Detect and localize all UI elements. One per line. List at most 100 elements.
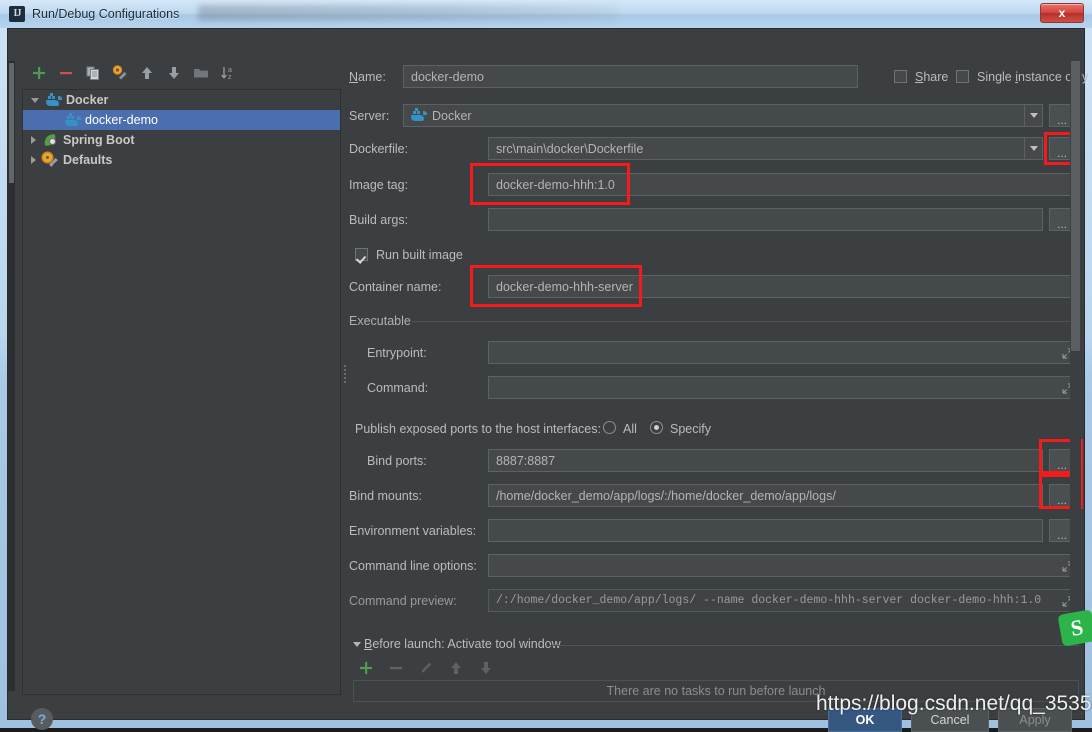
- tree-node-label: Spring Boot: [63, 133, 135, 147]
- bind-mounts-label: Bind mounts:: [349, 489, 422, 503]
- spring-leaf-icon: [43, 134, 58, 147]
- edit-defaults-wrench-icon[interactable]: [112, 65, 128, 81]
- docker-whale-icon: [411, 109, 426, 122]
- dockerfile-value: src\main\docker\Dockerfile: [496, 142, 643, 156]
- command-input[interactable]: [488, 376, 1079, 399]
- chevron-right-icon[interactable]: [31, 136, 36, 144]
- tree-node-label: Defaults: [63, 153, 112, 167]
- run-debug-configurations-dialog: a z Docker: [7, 28, 1085, 720]
- bind-mounts-value: /home/docker_demo/app/logs/:/home/docker…: [496, 489, 836, 503]
- command-line-options-label: Command line options:: [349, 559, 477, 573]
- dialog-window: IJ Run/Debug Configurations x: [0, 0, 1092, 728]
- move-down-icon[interactable]: [166, 65, 182, 81]
- server-combobox-value: Docker: [432, 109, 472, 123]
- configurations-tree[interactable]: Docker docker-demo Spring Boot: [22, 89, 341, 695]
- move-task-up-icon: [448, 660, 464, 676]
- chevron-down-icon[interactable]: [1024, 138, 1042, 159]
- tree-node-docker-demo[interactable]: docker-demo: [23, 110, 340, 130]
- publish-specify-radio[interactable]: [650, 421, 663, 434]
- svg-text:a: a: [228, 67, 232, 74]
- publish-specify-label: Specify: [670, 422, 711, 436]
- remove-task-icon: [388, 660, 404, 676]
- name-input-value: docker-demo: [411, 70, 484, 84]
- entrypoint-input[interactable]: [488, 341, 1079, 364]
- help-button[interactable]: ?: [31, 708, 53, 730]
- docker-whale-icon: [65, 114, 80, 127]
- chevron-down-icon[interactable]: [353, 642, 361, 647]
- form-scrollbar[interactable]: [1070, 59, 1081, 625]
- edit-task-pencil-icon: [418, 660, 434, 676]
- tree-toolbar: a z: [22, 61, 341, 85]
- command-label: Command:: [367, 381, 428, 395]
- build-args-label: Build args:: [349, 213, 408, 227]
- tree-node-label: Docker: [66, 93, 108, 107]
- environment-variables-label: Environment variables:: [349, 524, 476, 538]
- left-edge-scrollbar[interactable]: [8, 61, 15, 691]
- tree-node-spring-boot[interactable]: Spring Boot: [23, 130, 340, 150]
- command-line-options-input[interactable]: [488, 554, 1079, 577]
- before-launch-title-rest: efore launch: Activate tool window: [372, 637, 560, 651]
- publish-all-label: All: [623, 422, 637, 436]
- command-preview-value: /:/home/docker_demo/app/logs/ --name doc…: [496, 594, 1041, 607]
- form-scrollbar-thumb[interactable]: [1071, 61, 1080, 351]
- panel-splitter[interactable]: [342, 363, 347, 389]
- before-launch-title: Before launch: Activate tool window: [364, 637, 561, 651]
- command-preview-label: Command preview:: [349, 594, 457, 608]
- folder-icon[interactable]: [193, 65, 209, 81]
- add-icon[interactable]: [31, 65, 47, 81]
- remove-icon[interactable]: [58, 65, 74, 81]
- chevron-right-icon[interactable]: [31, 156, 36, 164]
- svg-text:z: z: [228, 74, 232, 81]
- run-built-image-checkbox[interactable]: [355, 248, 368, 261]
- chevron-down-icon[interactable]: [31, 98, 39, 103]
- tree-node-defaults[interactable]: Defaults: [23, 150, 340, 170]
- run-built-image-label: Run built image: [376, 248, 463, 262]
- container-name-label: Container name:: [349, 280, 441, 294]
- name-label-rest: ame:: [358, 70, 386, 84]
- image-tag-label: Image tag:: [349, 178, 408, 192]
- bind-ports-input[interactable]: 8887:8887: [488, 449, 1043, 472]
- container-name-value: docker-demo-hhh-server: [496, 280, 633, 294]
- dockerfile-combobox[interactable]: src\main\docker\Dockerfile: [488, 137, 1043, 160]
- watermark-text: https://blog.csdn.net/qq_35354529: [816, 692, 1092, 716]
- configuration-form: Name: docker-demo Share Single instance …: [349, 65, 1079, 625]
- add-task-icon[interactable]: [358, 660, 374, 676]
- server-combobox[interactable]: Docker: [403, 104, 1043, 127]
- image-tag-value: docker-demo-hhh:1.0: [496, 178, 615, 192]
- entrypoint-label: Entrypoint:: [367, 346, 427, 360]
- close-icon[interactable]: x: [1040, 3, 1084, 23]
- single-instance-checkbox[interactable]: [956, 70, 969, 83]
- bind-mounts-input[interactable]: /home/docker_demo/app/logs/:/home/docker…: [488, 484, 1043, 507]
- copy-icon[interactable]: [85, 65, 101, 81]
- environment-variables-input[interactable]: [488, 519, 1043, 542]
- bind-ports-label: Bind ports:: [367, 454, 427, 468]
- container-name-input[interactable]: docker-demo-hhh-server: [488, 275, 1079, 298]
- move-up-icon[interactable]: [139, 65, 155, 81]
- build-args-input[interactable]: [488, 208, 1043, 231]
- dockerfile-label: Dockerfile:: [349, 142, 408, 156]
- tree-node-docker[interactable]: Docker: [23, 90, 340, 110]
- share-label: Share: [915, 70, 948, 84]
- share-checkbox[interactable]: [894, 70, 907, 83]
- command-preview-field: /:/home/docker_demo/app/logs/ --name doc…: [488, 589, 1079, 612]
- docker-whale-icon: [46, 94, 61, 107]
- configurations-tree-panel: a z Docker: [22, 61, 341, 695]
- left-edge-scrollbar-thumb[interactable]: [9, 63, 14, 183]
- chevron-down-icon[interactable]: [1024, 105, 1042, 126]
- move-task-down-icon: [478, 660, 494, 676]
- server-label: Server:: [349, 109, 389, 123]
- executable-group-label: Executable: [349, 314, 411, 328]
- before-launch-header[interactable]: Before launch: Activate tool window: [353, 637, 1079, 653]
- intellij-idea-icon: IJ: [9, 6, 25, 22]
- close-glyph: x: [1059, 6, 1066, 20]
- bind-ports-value: 8887:8887: [496, 454, 555, 468]
- tree-node-label: docker-demo: [85, 113, 158, 127]
- name-input[interactable]: docker-demo: [403, 65, 858, 88]
- window-title: Run/Debug Configurations: [32, 7, 179, 21]
- publish-all-radio[interactable]: [603, 421, 616, 434]
- publish-ports-label: Publish exposed ports to the host interf…: [355, 422, 601, 436]
- image-tag-input[interactable]: docker-demo-hhh:1.0: [488, 173, 1079, 196]
- name-label: Name:: [349, 70, 386, 84]
- sort-alphabetically-icon[interactable]: a z: [220, 65, 236, 81]
- before-launch-toolbar: [358, 660, 494, 676]
